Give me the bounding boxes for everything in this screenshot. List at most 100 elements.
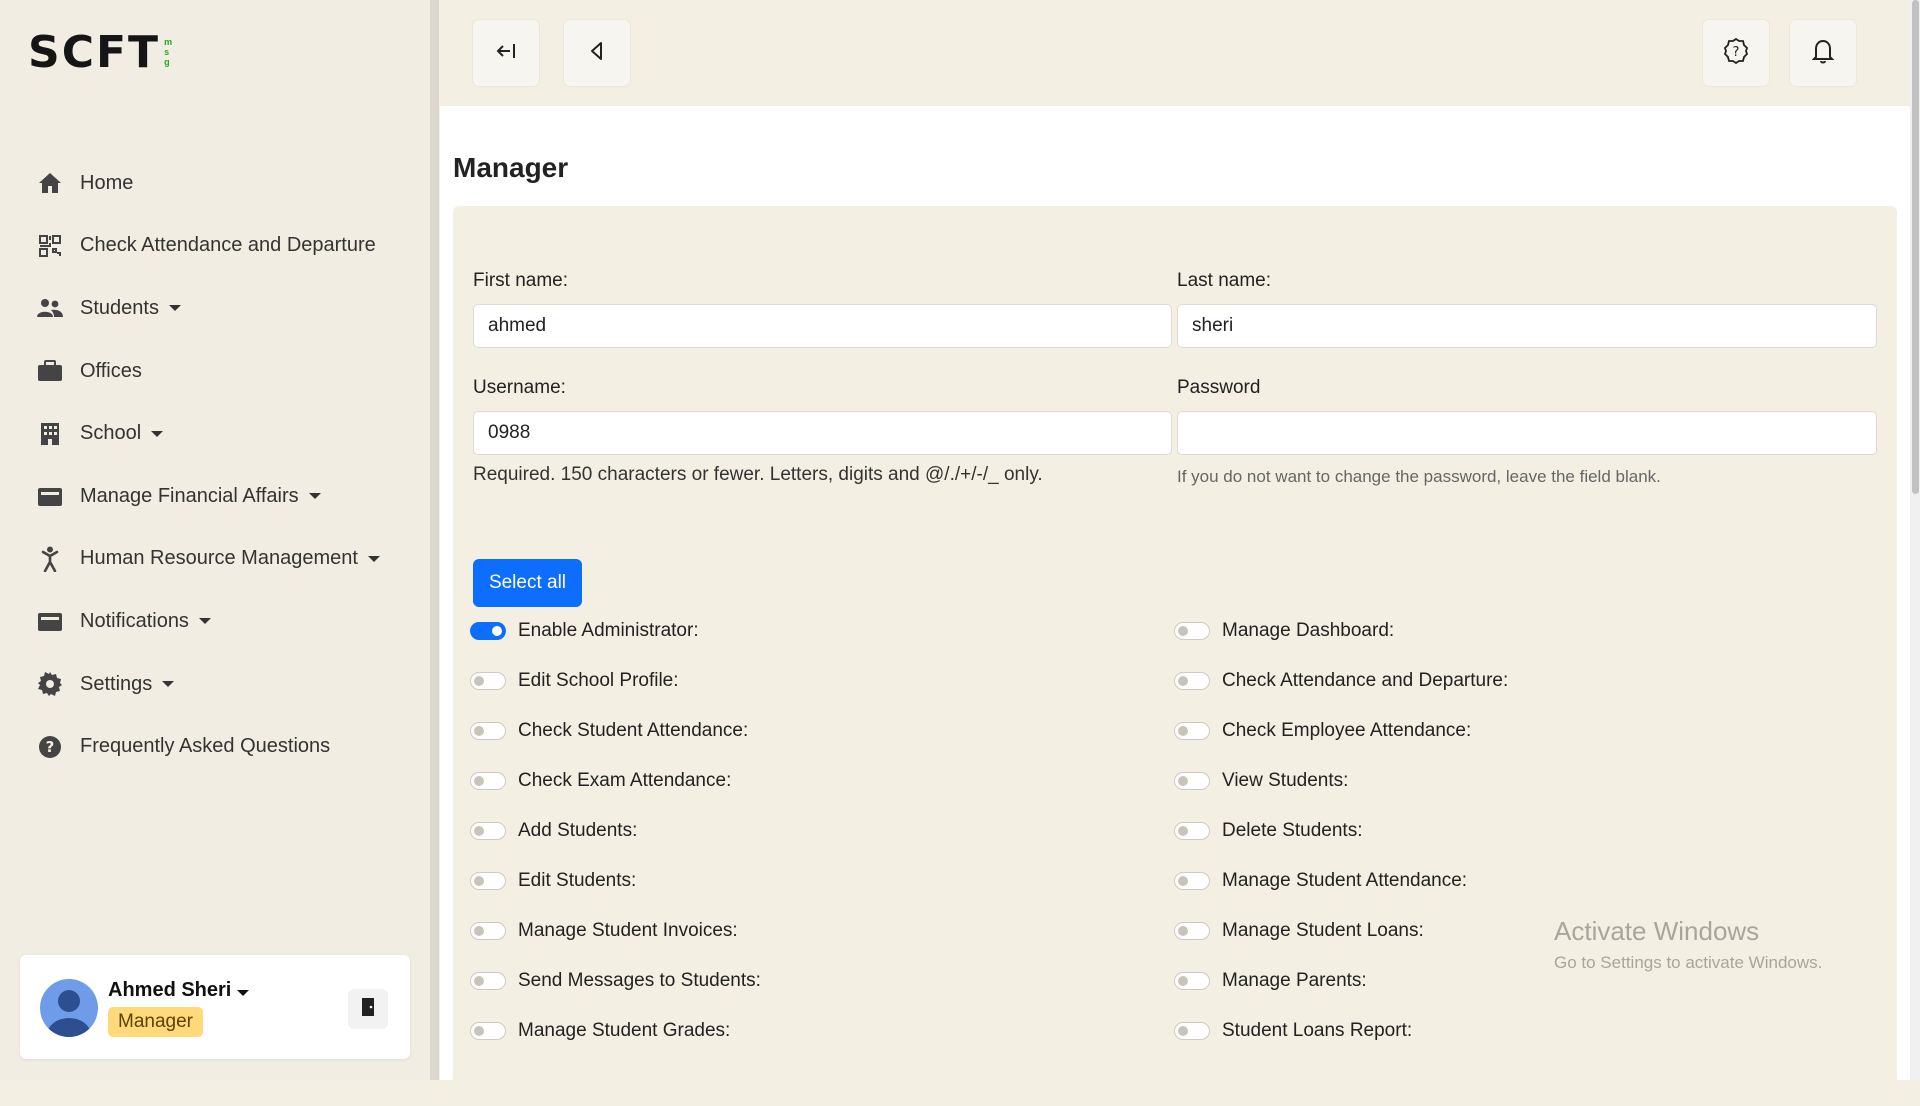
password-help: If you do not want to change the passwor… [1177,467,1661,486]
permission-label: Check Attendance and Departure: [1222,670,1509,691]
user-card: Ahmed Sheri Manager [20,955,410,1059]
permission-toggle[interactable] [470,1022,506,1040]
scrollbar-thumb[interactable] [1912,0,1919,494]
permission-row: Check Exam Attendance: [470,766,731,796]
sidebar: SCFT m s g Home Check Attendance and Dep… [0,0,432,1080]
permission-toggle[interactable] [470,972,506,990]
role-badge: Manager [108,1007,203,1037]
inbox-icon [36,607,64,635]
user-name-dropdown[interactable]: Ahmed Sheri [108,979,250,1002]
permission-toggle[interactable] [1174,1022,1210,1040]
logo[interactable]: SCFT m s g [28,27,173,78]
sidebar-item-label: Home [80,171,134,194]
wallet-icon [36,482,64,510]
first-name-label: First name: [473,270,569,291]
sidebar-item-faq[interactable]: ? Frequently Asked Questions [36,715,426,778]
permission-row: Manage Student Invoices: [470,916,738,946]
sidebar-item-check-attendance[interactable]: Check Attendance and Departure [36,215,426,278]
permission-label: Check Employee Attendance: [1222,720,1472,741]
sidebar-item-label: Frequently Asked Questions [80,735,331,758]
permission-toggle[interactable] [1174,672,1210,690]
permission-toggle[interactable] [1174,722,1210,740]
permission-label: Edit School Profile: [518,670,679,691]
topbar: ? [440,0,1910,106]
chevron-down-icon [168,305,181,312]
sidebar-item-label: Settings [80,672,153,695]
sidebar-item-label: School [80,422,142,445]
permission-row: Manage Parents: [1174,966,1367,996]
permission-label: Delete Students: [1222,820,1363,841]
permission-toggle[interactable] [470,672,506,690]
permission-toggle[interactable] [470,872,506,890]
permission-row: Check Employee Attendance: [1174,716,1471,746]
sidebar-item-school[interactable]: School [36,402,426,465]
bell-icon [1811,38,1835,69]
permission-toggle[interactable] [1174,622,1210,640]
sidebar-item-label: Students [80,296,159,319]
sidebar-item-offices[interactable]: Offices [36,340,426,403]
chevron-down-icon [162,681,175,688]
sidebar-item-notifications[interactable]: Notifications [36,590,426,653]
sidebar-item-students[interactable]: Students [36,277,426,340]
password-field[interactable] [1177,411,1877,455]
person-icon [36,545,64,573]
back-button[interactable] [564,20,630,86]
briefcase-icon [36,357,64,385]
permission-label: Manage Student Loans: [1222,920,1424,941]
permission-row: Manage Student Grades: [470,1016,730,1046]
permission-label: Manage Student Invoices: [518,920,738,941]
page-title: Manager [453,152,569,183]
avatar[interactable] [40,979,98,1037]
permission-row: Delete Students: [1174,816,1362,846]
permission-label: Add Students: [518,820,638,841]
sidebar-divider [430,0,439,1080]
permission-toggle[interactable] [470,822,506,840]
permission-toggle[interactable] [470,622,506,640]
help-button[interactable]: ? [1703,20,1769,86]
permission-label: Enable Administrator: [518,620,699,641]
permission-toggle[interactable] [470,722,506,740]
sidebar-nav: Home Check Attendance and Departure Stud… [36,152,426,778]
permission-row: Manage Student Attendance: [1174,866,1467,896]
permission-toggle[interactable] [1174,972,1210,990]
sidebar-item-financial[interactable]: Manage Financial Affairs [36,465,426,528]
logout-button[interactable] [348,989,388,1029]
watermark-title: Activate Windows [1554,916,1760,946]
permission-row: Send Messages to Students: [470,966,761,996]
username-field[interactable]: 0988 [473,411,1172,455]
chevron-down-icon [367,555,380,562]
permission-toggle[interactable] [1174,772,1210,790]
username-help: Required. 150 characters or fewer. Lette… [473,464,1043,485]
permission-row: Edit Students: [470,866,636,896]
logo-sub: m s g [164,37,173,67]
sidebar-item-hr[interactable]: Human Resource Management [36,528,426,591]
sidebar-item-home[interactable]: Home [36,152,426,215]
select-all-button[interactable]: Select all [473,559,582,607]
permission-toggle[interactable] [1174,922,1210,940]
permission-label: Check Exam Attendance: [518,770,732,791]
permission-label: Edit Students: [518,870,637,891]
password-label: Password [1177,377,1261,398]
collapse-sidebar-icon [495,42,517,65]
chevron-down-icon [237,990,250,996]
permission-label: Manage Student Grades: [518,1020,731,1041]
permission-toggle[interactable] [470,772,506,790]
permission-label: Manage Parents: [1222,970,1367,991]
permission-row: Edit School Profile: [470,666,679,696]
main-content: Manager First name: ahmed Last name: she… [440,106,1910,1106]
first-name-field[interactable]: ahmed [473,304,1172,348]
permission-toggle[interactable] [1174,872,1210,890]
permission-toggle[interactable] [1174,822,1210,840]
chevron-down-icon [151,430,164,437]
sidebar-item-settings[interactable]: Settings [36,653,426,716]
collapse-sidebar-button[interactable] [473,20,539,86]
permission-toggle[interactable] [470,922,506,940]
sidebar-item-label: Offices [80,359,142,382]
permission-label: Manage Dashboard: [1222,620,1395,641]
permission-row: Manage Student Loans: [1174,916,1424,946]
sidebar-item-label: Check Attendance and Departure [80,234,376,257]
last-name-field[interactable]: sheri [1177,304,1877,348]
users-icon [36,294,64,322]
chevron-down-icon [308,493,321,500]
notifications-button[interactable] [1790,20,1856,86]
